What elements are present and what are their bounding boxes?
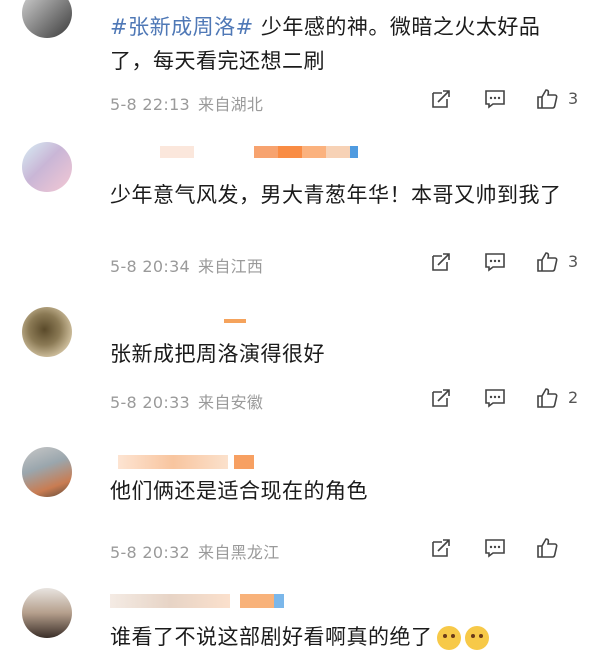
avatar[interactable] bbox=[22, 307, 72, 357]
avatar[interactable] bbox=[22, 447, 72, 497]
smiling-face-emoji-icon bbox=[464, 626, 489, 650]
comment-location: 来自安徽 bbox=[198, 393, 264, 412]
like-count: 3 bbox=[568, 89, 579, 108]
comment-location: 来自江西 bbox=[198, 257, 264, 276]
avatar[interactable] bbox=[22, 0, 72, 38]
share-icon[interactable] bbox=[430, 251, 452, 273]
comment-time: 5-8 20:33 bbox=[110, 393, 191, 412]
comment-bubble-icon[interactable] bbox=[484, 88, 506, 110]
comment-bubble-icon[interactable] bbox=[484, 251, 506, 273]
share-icon[interactable] bbox=[430, 387, 452, 409]
smiling-face-emoji-icon bbox=[436, 626, 461, 650]
comment-text: 他们俩还是适合现在的角色 bbox=[110, 479, 368, 503]
like-count: 3 bbox=[568, 252, 579, 271]
share-icon[interactable] bbox=[430, 537, 452, 559]
like-count: 2 bbox=[568, 388, 579, 407]
thumbs-up-icon[interactable] bbox=[536, 537, 558, 559]
comment-bubble-icon[interactable] bbox=[484, 387, 506, 409]
comment-time: 5-8 22:13 bbox=[110, 95, 191, 114]
comment-actions bbox=[425, 537, 585, 563]
comment-time: 5-8 20:34 bbox=[110, 257, 191, 276]
avatar[interactable] bbox=[22, 142, 72, 192]
username[interactable] bbox=[110, 594, 284, 608]
comment-actions: 3 bbox=[425, 88, 585, 114]
comment-text: 少年意气风发，男大青葱年华！本哥又帅到我了 bbox=[110, 183, 562, 207]
comment-text: 谁看了不说这部剧好看啊真的绝了 bbox=[110, 620, 580, 654]
comment-bubble-icon[interactable] bbox=[484, 537, 506, 559]
comment-location: 来自黑龙江 bbox=[198, 543, 280, 562]
thumbs-up-icon[interactable] bbox=[536, 88, 558, 110]
username[interactable] bbox=[118, 455, 254, 469]
thumbs-up-icon[interactable] bbox=[536, 251, 558, 273]
comment-time: 5-8 20:32 bbox=[110, 543, 191, 562]
comment-meta: 5-8 22:13 来自湖北 bbox=[110, 91, 263, 115]
comment-text-body: 谁看了不说这部剧好看啊真的绝了 bbox=[110, 625, 433, 649]
username[interactable] bbox=[224, 319, 246, 331]
comment-meta: 5-8 20:32 来自黑龙江 bbox=[110, 539, 280, 563]
comment-actions: 2 bbox=[425, 387, 585, 413]
comment-text: 张新成把周洛演得很好 bbox=[110, 342, 325, 366]
comment-actions: 3 bbox=[425, 251, 585, 277]
comment-meta: 5-8 20:34 来自江西 bbox=[110, 253, 263, 277]
hashtag-link[interactable]: #张新成周洛# bbox=[110, 15, 254, 39]
comment-text: #张新成周洛# 少年感的神。微暗之火太好品了，每天看完还想二刷 bbox=[110, 10, 580, 78]
username[interactable] bbox=[160, 146, 358, 158]
avatar[interactable] bbox=[22, 588, 72, 638]
comment-meta: 5-8 20:33 来自安徽 bbox=[110, 389, 263, 413]
thumbs-up-icon[interactable] bbox=[536, 387, 558, 409]
comment-location: 来自湖北 bbox=[198, 95, 264, 114]
share-icon[interactable] bbox=[430, 88, 452, 110]
